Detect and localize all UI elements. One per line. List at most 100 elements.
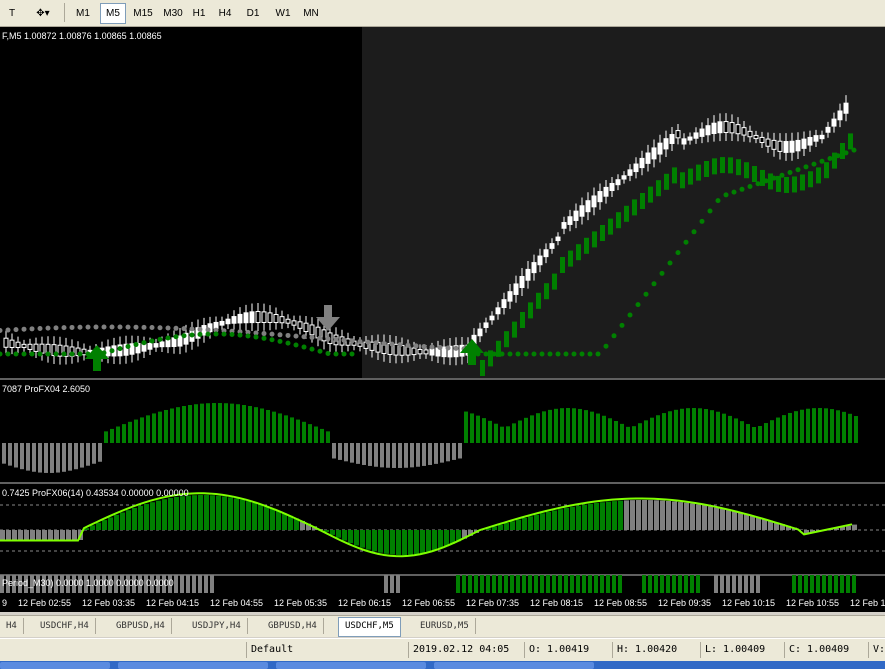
chart-tab[interactable]: GBPUSD,H4: [262, 618, 324, 634]
histogram-bar: [140, 417, 144, 443]
trend-bar: [632, 199, 637, 216]
timeframe-button-h4[interactable]: H4: [212, 3, 238, 24]
trend-bar: [776, 175, 781, 192]
candle-body: [819, 134, 825, 140]
green-dot: [523, 351, 529, 357]
chart-area[interactable]: [0, 27, 885, 610]
signal-block: [666, 575, 670, 593]
histogram-bar: [80, 443, 84, 468]
histogram-bar: [170, 408, 174, 443]
green-dot: [763, 178, 769, 184]
indicator3-label: Period_M30) 0.0000 1.0000 0.0000 0.0000: [2, 578, 174, 588]
histogram-bar: [302, 421, 306, 443]
histogram-bar: [614, 420, 618, 443]
green-dot: [507, 351, 513, 357]
timeframe-button-w1[interactable]: W1: [270, 3, 296, 24]
histogram-bar: [446, 443, 450, 462]
oscillator-bar: [330, 530, 335, 535]
chart-tab[interactable]: USDJPY,H4: [186, 618, 248, 634]
signal-block: [720, 575, 724, 593]
green-dot: [293, 342, 299, 348]
trend-bar: [600, 225, 605, 241]
histogram-bar: [800, 409, 804, 443]
histogram-bar: [470, 413, 474, 443]
oscillator-bar: [612, 501, 617, 530]
candle-body: [591, 195, 597, 208]
oscillator-bar: [6, 530, 11, 540]
trend-bar: [784, 176, 789, 193]
timeframe-button-m1[interactable]: M1: [70, 3, 96, 24]
timeframe-button-m15[interactable]: M15: [128, 3, 158, 24]
oscillator-bar: [720, 508, 725, 530]
shapes-dropdown-icon[interactable]: ✥▾: [28, 3, 58, 24]
time-tick: 12 Feb 07:35: [466, 598, 520, 608]
chart-tab[interactable]: GBPUSD,H4: [110, 618, 172, 634]
histogram-bar: [482, 418, 486, 443]
signal-block: [810, 575, 814, 593]
green-dot: [699, 218, 705, 224]
candle-body: [681, 138, 687, 145]
candle-body: [3, 337, 9, 348]
histogram-bar: [104, 431, 108, 443]
signal-block: [726, 575, 730, 593]
candle-body: [759, 136, 765, 144]
candle-body: [777, 140, 783, 152]
chart-tab[interactable]: USDCHF,H4: [34, 618, 96, 634]
candle-body: [411, 347, 417, 356]
taskbar-item[interactable]: [276, 662, 426, 669]
signal-block: [552, 575, 556, 593]
timeframe-button-m5[interactable]: M5: [100, 3, 126, 24]
signal-block: [738, 575, 742, 593]
oscillator-bar: [696, 504, 701, 530]
candle-body: [369, 341, 375, 351]
histogram-bar: [422, 443, 426, 466]
histogram-bar: [776, 417, 780, 443]
candle-body: [831, 118, 837, 127]
taskbar-item[interactable]: [434, 662, 594, 669]
gray-dot: [157, 325, 163, 331]
toolbar: T ✥▾ M1 M5 M15 M30 H1 H4 D1 W1 MN: [0, 0, 885, 27]
candle-body: [9, 339, 15, 348]
chart-tab[interactable]: H4: [0, 618, 24, 634]
oscillator-bar: [258, 504, 263, 530]
trend-bar: [744, 162, 749, 179]
histogram-bar: [242, 405, 246, 443]
timeframe-button-mn[interactable]: MN: [298, 3, 324, 24]
histogram-bar: [512, 423, 516, 443]
taskbar-item[interactable]: [0, 662, 110, 669]
green-dot: [333, 351, 339, 357]
chart-tab[interactable]: EURUSD,M5: [414, 618, 476, 634]
chart-canvas[interactable]: [0, 27, 885, 610]
histogram-bar: [20, 443, 24, 470]
oscillator-bar: [732, 511, 737, 530]
signal-block: [198, 575, 202, 593]
signal-block: [468, 575, 472, 593]
oscillator-bar: [546, 511, 551, 530]
timeframe-button-d1[interactable]: D1: [240, 3, 266, 24]
gray-dot: [197, 326, 203, 332]
gray-dot: [29, 326, 35, 332]
gray-dot: [285, 332, 291, 338]
gray-dot: [365, 339, 371, 345]
candle-body: [531, 262, 537, 274]
histogram-bar: [50, 443, 54, 473]
candle-body: [585, 200, 591, 213]
trend-bar: [552, 273, 557, 290]
histogram-bar: [686, 408, 690, 443]
timeframe-button-h1[interactable]: H1: [186, 3, 212, 24]
signal-block: [846, 575, 850, 593]
candle-body: [519, 276, 525, 288]
text-tool-icon[interactable]: T: [2, 3, 22, 24]
signal-block: [714, 575, 718, 593]
taskbar-item[interactable]: [118, 662, 268, 669]
histogram-bar: [62, 443, 66, 472]
signal-block: [486, 575, 490, 593]
chart-tab[interactable]: USDCHF,M5: [338, 617, 401, 637]
green-dot: [301, 344, 307, 350]
trend-bar: [664, 173, 669, 190]
gray-dot: [13, 327, 19, 333]
trend-bar: [544, 283, 549, 300]
candle-body: [309, 324, 315, 336]
timeframe-button-m30[interactable]: M30: [158, 3, 188, 24]
candle-body: [279, 316, 285, 324]
